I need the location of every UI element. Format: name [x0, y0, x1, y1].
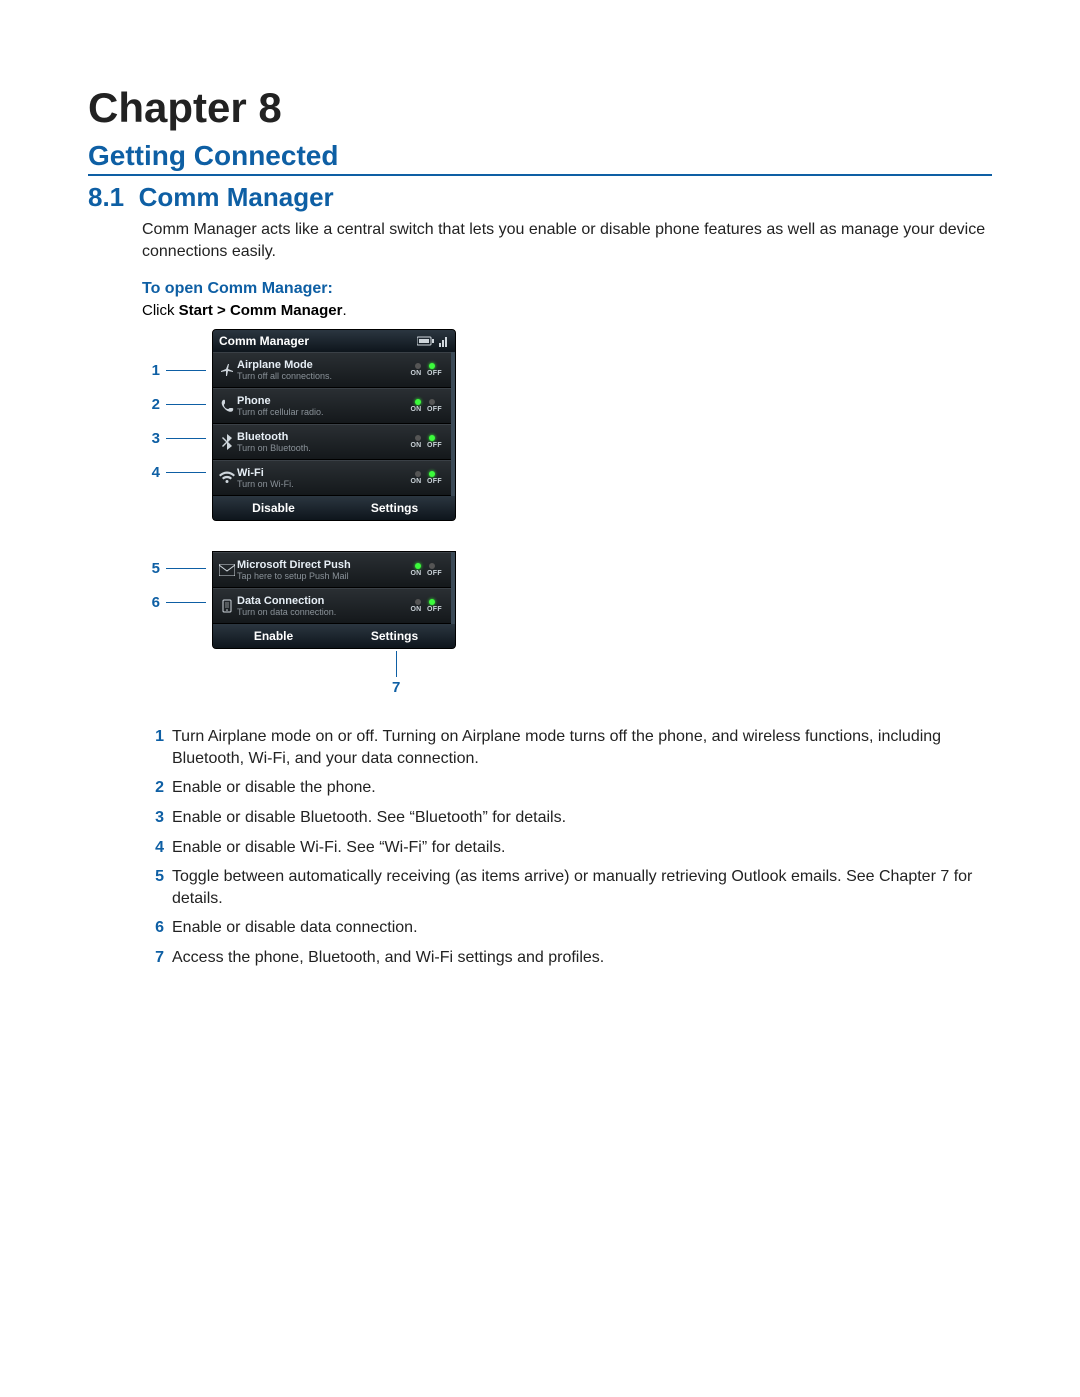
softkey-settings[interactable]: Settings — [334, 624, 455, 648]
open-comm-instruction: Click Start > Comm Manager. — [142, 302, 992, 319]
open-comm-heading: To open Comm Manager: — [142, 280, 992, 298]
legend-number: 1 — [142, 726, 164, 769]
mail-icon — [217, 564, 237, 576]
legend-item: 6 Enable or disable data connection. — [142, 917, 992, 939]
callout-7-pointer: 7 — [396, 651, 542, 696]
legend-item: 3 Enable or disable Bluetooth. See “Bluet… — [142, 807, 992, 829]
section-number: 8.1 — [88, 182, 124, 212]
callout-number: 7 — [392, 679, 400, 696]
legend-item: 2 Enable or disable the phone. — [142, 777, 992, 799]
legend-number: 3 — [142, 807, 164, 829]
row-subtitle: Turn on Wi-Fi. — [237, 480, 405, 489]
wifi-icon — [217, 471, 237, 485]
row-subtitle: Turn off all connections. — [237, 372, 405, 381]
legend-item: 4 Enable or disable Wi-Fi. See “Wi-Fi” fo… — [142, 837, 992, 859]
legend-text: Enable or disable data connection. — [172, 917, 992, 939]
comm-manager-screenshot-1: Comm Manager Airplane ModeTurn off all c… — [212, 329, 456, 521]
comm-row-airplane[interactable]: Airplane ModeTurn off all connections.ON… — [213, 352, 451, 388]
comm-row-mail[interactable]: Microsoft Direct PushTap here to setup P… — [213, 552, 451, 588]
row-title: Data Connection — [237, 596, 405, 607]
intro-paragraph: Comm Manager acts like a central switch … — [142, 219, 992, 262]
callout-number: 6 — [142, 594, 160, 611]
scrollbar[interactable] — [451, 552, 455, 624]
instruction-bold: Start > Comm Manager — [179, 302, 343, 319]
softkey-disable[interactable]: Disable — [213, 496, 334, 520]
callout-leader-line — [166, 472, 206, 473]
callout-number: 3 — [142, 430, 160, 447]
legend-text: Enable or disable Wi-Fi. See “Wi-Fi” for… — [172, 837, 992, 859]
on-off-toggle[interactable]: ONOFF — [405, 363, 445, 377]
battery-icon — [417, 336, 435, 346]
legend-list: 1Turn Airplane mode on or off. Turning o… — [142, 726, 992, 968]
callout-leader-line — [166, 568, 206, 569]
callout-number: 2 — [142, 396, 160, 413]
row-title: Wi-Fi — [237, 468, 405, 479]
softkey-settings[interactable]: Settings — [334, 496, 455, 520]
softkey-enable[interactable]: Enable — [213, 624, 334, 648]
on-off-toggle[interactable]: ONOFF — [405, 599, 445, 613]
callout-leader-line — [166, 602, 206, 603]
legend-text: Turn Airplane mode on or off. Turning on… — [172, 726, 992, 769]
callout-number: 1 — [142, 362, 160, 379]
row-title: Bluetooth — [237, 432, 405, 443]
callout-leader-line — [166, 370, 206, 371]
row-subtitle: Turn off cellular radio. — [237, 408, 405, 417]
row-title: Microsoft Direct Push — [237, 560, 405, 571]
instruction-prefix: Click — [142, 302, 179, 319]
comm-row-wifi[interactable]: Wi-FiTurn on Wi-Fi.ONOFF — [213, 460, 451, 496]
legend-number: 2 — [142, 777, 164, 799]
chapter-title: Chapter 8 — [88, 84, 992, 132]
row-subtitle: Turn on data connection. — [237, 608, 405, 617]
comm-row-phone[interactable]: PhoneTurn off cellular radio.ONOFF — [213, 388, 451, 424]
row-title: Airplane Mode — [237, 360, 405, 371]
data-icon — [217, 599, 237, 613]
row-title: Phone — [237, 396, 405, 407]
section-title: Comm Manager — [139, 182, 334, 212]
chapter-subtitle: Getting Connected — [88, 140, 992, 176]
row-subtitle: Tap here to setup Push Mail — [237, 572, 405, 581]
bluetooth-icon — [217, 434, 237, 450]
on-off-toggle[interactable]: ONOFF — [405, 435, 445, 449]
comm-row-data[interactable]: Data ConnectionTurn on data connection.O… — [213, 588, 451, 624]
callout-number: 4 — [142, 464, 160, 481]
comm-manager-screenshot-2: Microsoft Direct PushTap here to setup P… — [212, 551, 456, 649]
legend-text: Toggle between automatically receiving (… — [172, 866, 992, 909]
legend-text: Access the phone, Bluetooth, and Wi-Fi s… — [172, 947, 992, 969]
on-off-toggle[interactable]: ONOFF — [405, 399, 445, 413]
legend-number: 7 — [142, 947, 164, 969]
device-title: Comm Manager — [219, 334, 309, 348]
legend-text: Enable or disable Bluetooth. See “Blueto… — [172, 807, 992, 829]
airplane-icon — [217, 362, 237, 378]
callout-leader-line — [166, 404, 206, 405]
callout-leader-line — [166, 438, 206, 439]
section-heading: 8.1 Comm Manager — [88, 182, 992, 213]
signal-icon — [439, 335, 449, 347]
row-subtitle: Turn on Bluetooth. — [237, 444, 405, 453]
callout-number: 5 — [142, 560, 160, 577]
scrollbar[interactable] — [451, 352, 455, 496]
legend-item: 1Turn Airplane mode on or off. Turning o… — [142, 726, 992, 769]
on-off-toggle[interactable]: ONOFF — [405, 471, 445, 485]
legend-item: 7 Access the phone, Bluetooth, and Wi-Fi … — [142, 947, 992, 969]
phone-icon — [217, 399, 237, 413]
legend-number: 6 — [142, 917, 164, 939]
comm-row-bluetooth[interactable]: BluetoothTurn on Bluetooth.ONOFF — [213, 424, 451, 460]
legend-text: Enable or disable the phone. — [172, 777, 992, 799]
status-bar — [417, 335, 449, 347]
legend-number: 5 — [142, 866, 164, 909]
legend-number: 4 — [142, 837, 164, 859]
instruction-suffix: . — [342, 302, 346, 319]
legend-item: 5Toggle between automatically receiving … — [142, 866, 992, 909]
on-off-toggle[interactable]: ONOFF — [405, 563, 445, 577]
